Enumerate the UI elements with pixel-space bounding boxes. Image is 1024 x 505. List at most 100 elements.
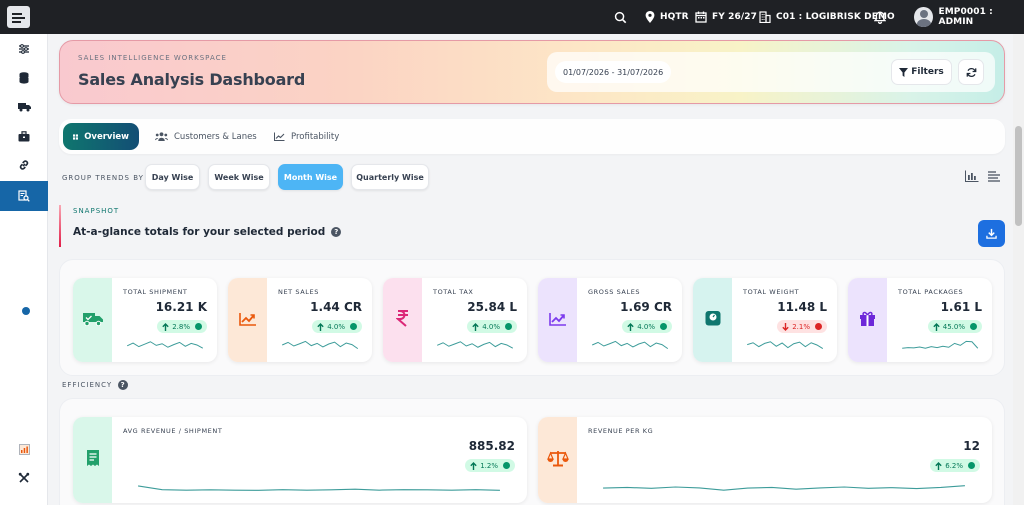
sidebar-item-tools[interactable] <box>0 463 48 493</box>
snapshot-eyebrow: SNAPSHOT <box>73 207 120 215</box>
fiscal-year-selector[interactable]: FY 26/27 <box>695 0 757 34</box>
month-wise-button[interactable]: Month Wise <box>278 164 343 190</box>
efficiency-sparkline <box>603 485 965 491</box>
location-label: HQTR <box>660 12 689 22</box>
efficiency-change-badge: 6.2% <box>930 459 980 472</box>
sidebar-status-dot <box>22 307 30 315</box>
info-icon[interactable] <box>195 323 202 330</box>
kpi-sparkline <box>747 341 824 350</box>
efficiency-sparkline <box>137 485 500 491</box>
sparkline-path <box>747 341 824 350</box>
filters-button[interactable]: Filters <box>891 59 952 85</box>
weight-icon <box>704 309 722 331</box>
kpi-label: TOTAL TAX <box>433 288 474 296</box>
tab-profitability[interactable]: Profitability <box>264 123 349 150</box>
tab-overview[interactable]: Overview <box>63 123 139 150</box>
user-menu[interactable]: EMP0001 : ADMIN <box>914 0 1024 34</box>
change-value: 2.1% <box>792 322 810 331</box>
calendar-icon <box>695 11 707 23</box>
sidebar-item-sales-analysis[interactable] <box>0 181 48 211</box>
sparkline-path <box>126 341 204 349</box>
info-icon[interactable] <box>505 323 512 330</box>
kpi-card-total-tax: TOTAL TAX 25.84 L 4.0% <box>383 278 527 362</box>
chart-up-icon <box>548 311 567 330</box>
kpi-label: TOTAL PACKAGES <box>898 288 964 296</box>
kpi-change-badge: 45.0% <box>927 320 982 333</box>
efficiency-label: REVENUE PER KG <box>588 427 654 435</box>
info-icon[interactable] <box>660 323 667 330</box>
user-label: EMP0001 : ADMIN <box>938 7 993 27</box>
kpi-sparkline <box>281 340 359 350</box>
kpi-icon-stripe <box>538 278 577 362</box>
notifications-button[interactable] <box>874 0 891 34</box>
help-icon[interactable]: ? <box>331 227 342 237</box>
kpi-icon-stripe <box>228 278 267 362</box>
line-chart-icon <box>274 132 285 141</box>
kpi-icon-stripe <box>693 278 732 362</box>
receipt-icon <box>86 449 100 471</box>
sidebar-item-settings[interactable] <box>0 34 48 64</box>
kpi-sparkline <box>902 340 979 349</box>
kpi-change-badge: 2.8% <box>157 320 207 333</box>
kpi-icon-stripe <box>383 278 422 362</box>
tab-label: Overview <box>84 131 129 142</box>
fiscal-year-label: FY 26/27 <box>712 12 757 22</box>
info-icon[interactable] <box>968 462 975 469</box>
efficiency-value: 885.82 <box>468 439 515 453</box>
building-icon <box>759 11 771 23</box>
arrow-up-icon <box>627 322 634 331</box>
kpi-change-badge: 2.1% <box>777 320 827 333</box>
day-wise-button[interactable]: Day Wise <box>145 164 200 190</box>
snapshot-title-text: At-a-glance totals for your selected per… <box>73 226 326 238</box>
help-icon[interactable]: ? <box>118 380 129 390</box>
kpi-value: 25.84 L <box>467 300 517 314</box>
sidebar-item-links[interactable] <box>0 150 48 180</box>
search-button[interactable] <box>614 0 632 34</box>
page-scrollbar[interactable] <box>1013 34 1024 505</box>
kpi-label: TOTAL SHIPMENT <box>123 288 188 296</box>
info-icon[interactable] <box>970 323 977 330</box>
location-selector[interactable]: HQTR <box>645 0 689 34</box>
chart-up-icon <box>238 311 257 330</box>
tab-label: Customers & Lanes <box>174 131 257 142</box>
menu-toggle-button[interactable] <box>7 6 30 28</box>
page-title: Sales Analysis Dashboard <box>78 70 306 89</box>
sidebar-item-transport[interactable] <box>0 92 48 122</box>
download-button[interactable] <box>978 220 1005 247</box>
arrow-up-icon <box>162 322 169 331</box>
change-value: 6.2% <box>945 461 963 470</box>
database-icon <box>19 72 29 84</box>
scale-icon <box>546 449 569 471</box>
info-icon[interactable] <box>815 323 822 330</box>
filters-label: Filters <box>911 67 944 77</box>
quarterly-wise-button[interactable]: Quarterly Wise <box>351 164 429 190</box>
change-value: 4.0% <box>327 322 345 331</box>
week-wise-button[interactable]: Week Wise <box>208 164 270 190</box>
sparkline-path <box>591 340 669 350</box>
refresh-button[interactable] <box>958 59 984 85</box>
tab-customers-lanes[interactable]: Customers & Lanes <box>145 123 267 150</box>
kpi-label: GROSS SALES <box>588 288 641 296</box>
scrollbar-thumb[interactable] <box>1015 126 1022 226</box>
tools-icon <box>18 472 30 483</box>
date-range-picker[interactable]: 01/07/2026 - 31/07/2026 <box>555 61 672 83</box>
refresh-icon <box>966 67 976 77</box>
sidebar-item-database[interactable] <box>0 63 48 93</box>
avatar <box>914 7 933 27</box>
bar-chart-view-icon[interactable] <box>965 170 979 182</box>
list-view-icon[interactable] <box>988 170 1000 182</box>
info-icon[interactable] <box>503 462 510 469</box>
kpi-sparkline <box>591 340 669 350</box>
change-value: 2.8% <box>172 322 190 331</box>
map-pin-icon <box>645 11 655 23</box>
kpi-value: 1.61 L <box>940 300 982 314</box>
view-tabs: Overview Customers & Lanes Profitability <box>59 119 1005 154</box>
users-icon <box>155 132 168 141</box>
group-trends-label: GROUP TRENDS BY <box>62 174 144 182</box>
kpi-card-total-weight: TOTAL WEIGHT 11.48 L 2.1% <box>693 278 837 362</box>
kpi-card-net-sales: NET SALES 1.44 CR 4.0% <box>228 278 372 362</box>
kpi-sparkline <box>126 341 204 349</box>
sidebar-item-reports[interactable] <box>0 434 48 464</box>
info-icon[interactable] <box>350 323 357 330</box>
sidebar-item-jobs[interactable] <box>0 121 48 151</box>
